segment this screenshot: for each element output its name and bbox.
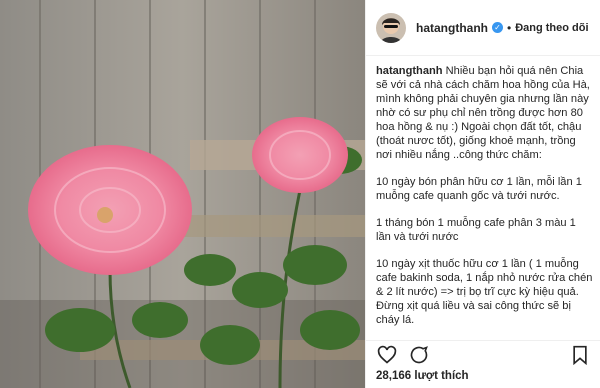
separator-dot: • [507,20,512,35]
action-bar [366,340,600,368]
verified-badge-icon: ✓ [492,22,503,33]
avatar-image [376,12,406,43]
heart-icon[interactable] [376,344,398,366]
bookmark-icon[interactable] [569,344,591,366]
rose-photo [0,0,365,388]
caption-paragraph: 10 ngày xịt thuốc hữu cơ 1 lần ( 1 muỗng… [376,258,593,326]
caption-paragraph: 10 ngày bón phân hữu cơ 1 lần, mỗi lần 1… [376,176,585,202]
likes-count[interactable]: 28,166 lượt thích [376,370,469,382]
following-button[interactable]: Đang theo dõi [515,22,588,34]
header-username[interactable]: hatangthanh [416,21,488,35]
post-header: hatangthanh ✓ • Đang theo dõi [366,0,600,56]
caption: hatangthanh Nhiều bạn hỏi quá nên Chia s… [376,64,593,338]
post-photo [0,0,365,388]
caption-username[interactable]: hatangthanh [376,65,443,77]
post-panel: hatangthanh ✓ • Đang theo dõi hatangthan… [365,0,600,388]
avatar[interactable] [376,12,406,43]
caption-paragraph: 1 tháng bón 1 muỗng cafe phân 3 màu 1 lầ… [376,217,579,243]
caption-text: Nhiều bạn hỏi quá nên Chia sẽ với cả nhà… [376,65,593,161]
comment-icon[interactable] [408,344,430,366]
caption-paragraph: hatangthanh Nhiều bạn hỏi quá nên Chia s… [376,64,593,162]
